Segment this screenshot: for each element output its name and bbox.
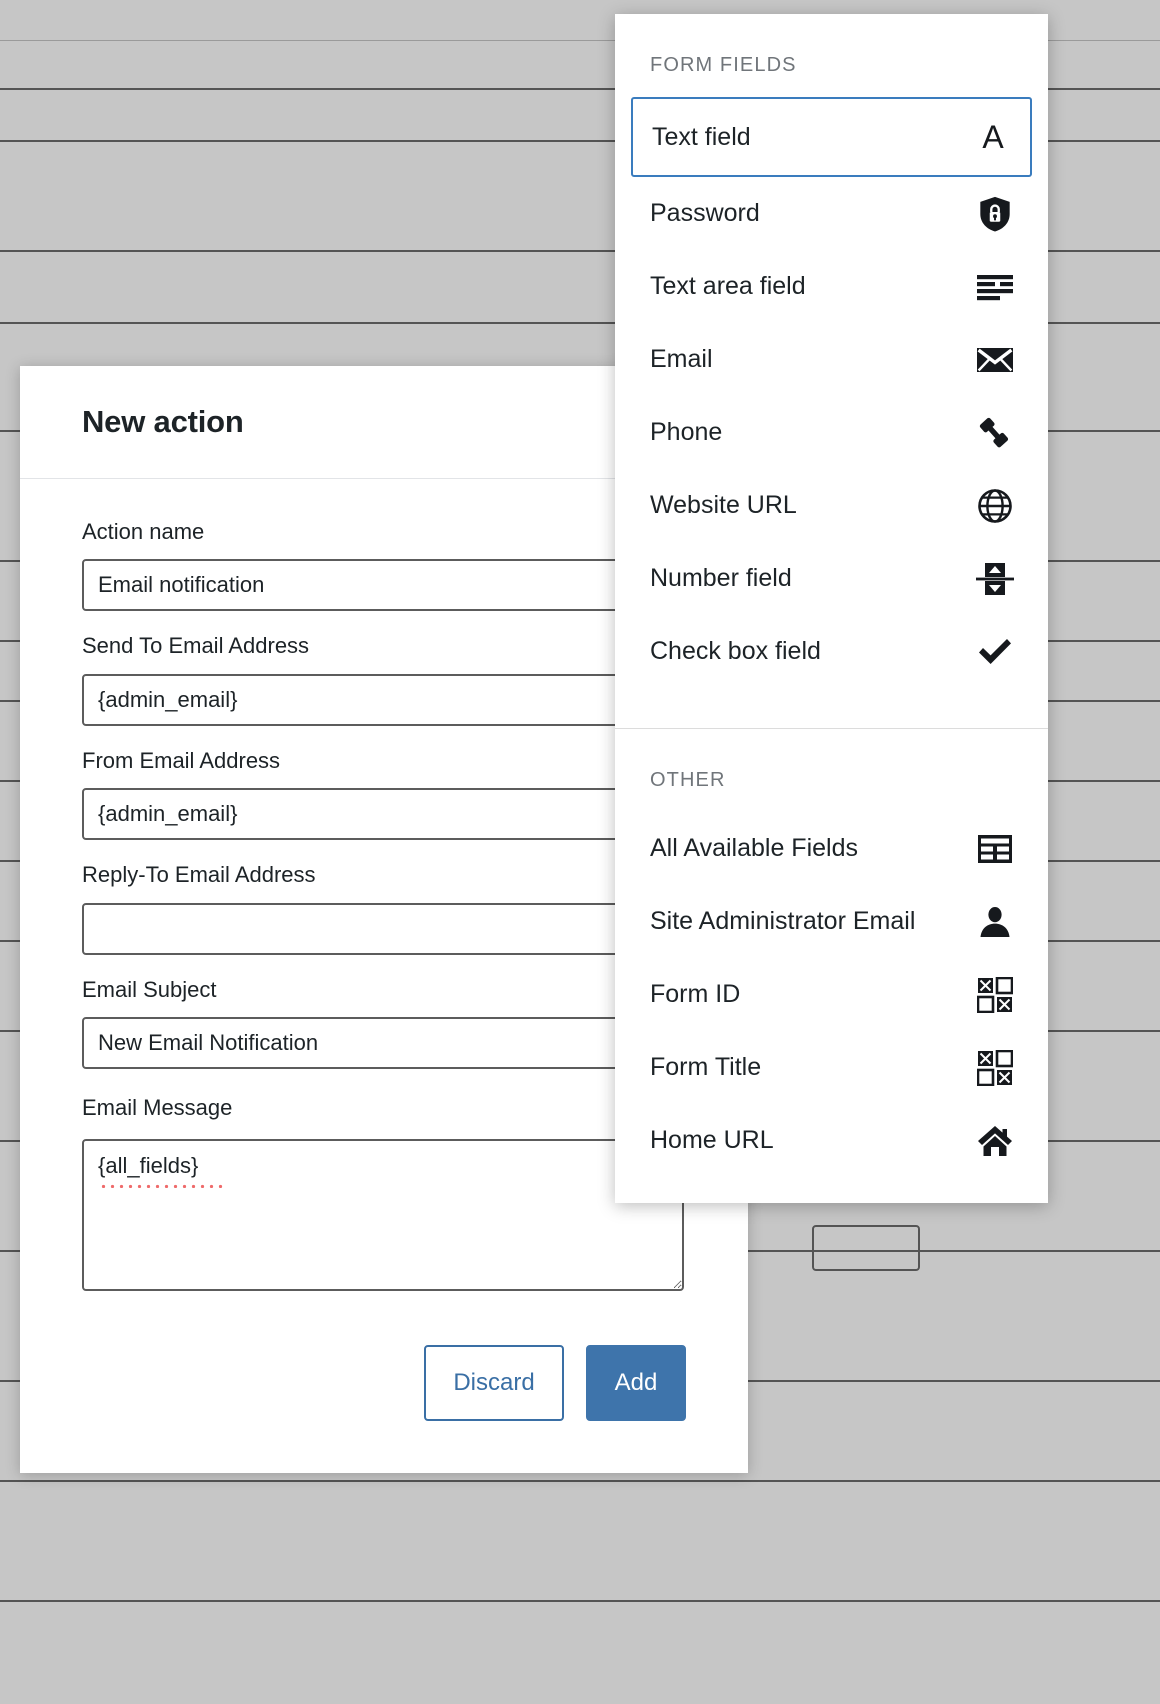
section-title-other: OTHER [650,769,726,791]
popover-item-label: Form Title [650,1053,762,1081]
label-send-to-email: Send To Email Address [82,633,310,659]
field-selector-popover: FORM FIELDS Text field A Password Text a… [615,14,1048,1203]
label-action-name: Action name [82,519,205,544]
popover-item-website-url[interactable]: Website URL [615,469,1048,542]
popover-item-label: Check box field [650,637,821,665]
email-message-label-row: Email Message [82,1091,686,1125]
popover-item-email[interactable]: Email [615,323,1048,396]
popover-item-check-box-field[interactable]: Check box field [615,615,1048,688]
field-email-message: Email Message [82,1091,686,1291]
popover-item-label: Password [650,199,760,227]
table-icon [976,830,1014,868]
popover-item-password[interactable]: Password [615,177,1048,250]
popover-item-label: Phone [650,418,723,446]
add-button[interactable]: Add [586,1344,686,1421]
form-squares-icon [976,1049,1014,1087]
email-message-wrap [82,1138,684,1291]
email-message-textarea[interactable] [82,1138,684,1291]
popover-item-label: All Available Fields [650,834,858,862]
popover-item-form-title[interactable]: Form Title [615,1031,1048,1104]
number-spinner-icon [976,560,1014,598]
action-name-input[interactable] [82,559,684,612]
popover-item-text-area-field[interactable]: Text area field [615,250,1048,323]
label-reply-to-email: Reply-To Email Address [82,862,316,888]
other-list: All Available Fields Site Administrator … [615,812,1048,1203]
popover-item-label: Number field [650,564,792,592]
popover-item-all-available-fields[interactable]: All Available Fields [615,812,1048,885]
form-squares-icon [976,976,1014,1014]
text-lines-icon [976,268,1014,306]
background-input-box[interactable] [812,1225,920,1271]
popover-item-label: Home URL [650,1126,774,1154]
popover-item-label: Email [650,345,713,373]
popover-item-home-url[interactable]: Home URL [615,1104,1048,1177]
popover-item-text-field[interactable]: Text field A [631,97,1032,177]
popover-item-label: Website URL [650,491,797,519]
field-from-email: From Email Address [82,747,686,841]
field-reply-to-email: Reply-To Email Address [82,862,686,955]
label-from-email: From Email Address [82,747,281,773]
popover-item-label: Form ID [650,980,741,1008]
label-email-message: Email Message [82,1094,233,1120]
field-action-name: Action name [82,519,686,612]
section-title-form-fields: FORM FIELDS [650,54,797,76]
popover-item-site-administrator-email[interactable]: Site Administrator Email [615,885,1048,958]
table-row-divider [0,1600,1160,1602]
popover-item-label: Text field [652,122,751,151]
table-row-divider [0,1480,1160,1482]
dialog-footer: Discard Add [20,1301,748,1473]
popover-item-phone[interactable]: Phone [615,396,1048,469]
envelope-icon [976,341,1014,379]
shield-lock-icon [976,195,1014,233]
popover-item-form-id[interactable]: Form ID [615,958,1048,1031]
popover-item-label: Text area field [650,272,806,300]
letter-a-icon: A [982,119,1004,155]
field-email-subject: Email Subject [82,977,686,1069]
label-email-subject: Email Subject [82,976,217,1002]
phone-icon [976,414,1014,452]
person-icon [976,903,1014,941]
check-icon [976,633,1014,671]
send-to-email-input[interactable] [82,673,684,726]
email-subject-input[interactable] [82,1016,684,1069]
form-fields-list: Text field A Password Text area field Em… [615,97,1048,714]
globe-icon [976,487,1014,525]
reply-to-email-input[interactable] [82,902,684,955]
field-send-to-email: Send To Email Address [82,633,686,726]
popover-item-number-field[interactable]: Number field [615,542,1048,615]
from-email-input[interactable] [82,788,684,841]
discard-button[interactable]: Discard [424,1344,564,1421]
home-icon [976,1122,1014,1160]
popover-item-label: Site Administrator Email [650,907,916,935]
